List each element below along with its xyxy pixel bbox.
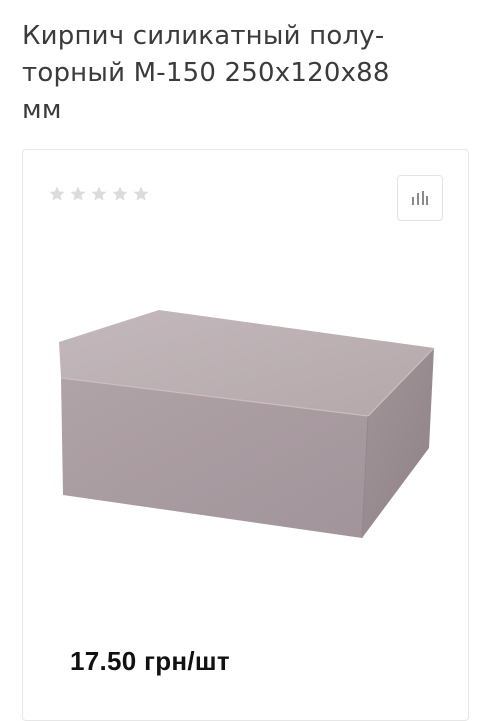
product-title-line-3: мм (22, 95, 62, 125)
product-title: Кирпич силикатный полу- торный М-150 250… (22, 18, 462, 129)
star-icon[interactable] (48, 185, 66, 203)
brick-image[interactable] (51, 306, 435, 538)
compare-button[interactable] (397, 175, 443, 221)
star-icon[interactable] (132, 185, 150, 203)
star-icon[interactable] (69, 185, 87, 203)
product-price: 17.50 грн/шт (70, 646, 230, 676)
product-card[interactable]: 17.50 грн/шт (22, 149, 469, 721)
product-title-line-1: Кирпич силикатный полу- (22, 21, 385, 51)
star-icon[interactable] (111, 185, 129, 203)
product-title-line-2: торный М-150 250х120х88 (22, 58, 390, 88)
bar-chart-icon (412, 191, 428, 205)
star-icon[interactable] (90, 185, 108, 203)
rating-stars[interactable] (48, 185, 150, 203)
